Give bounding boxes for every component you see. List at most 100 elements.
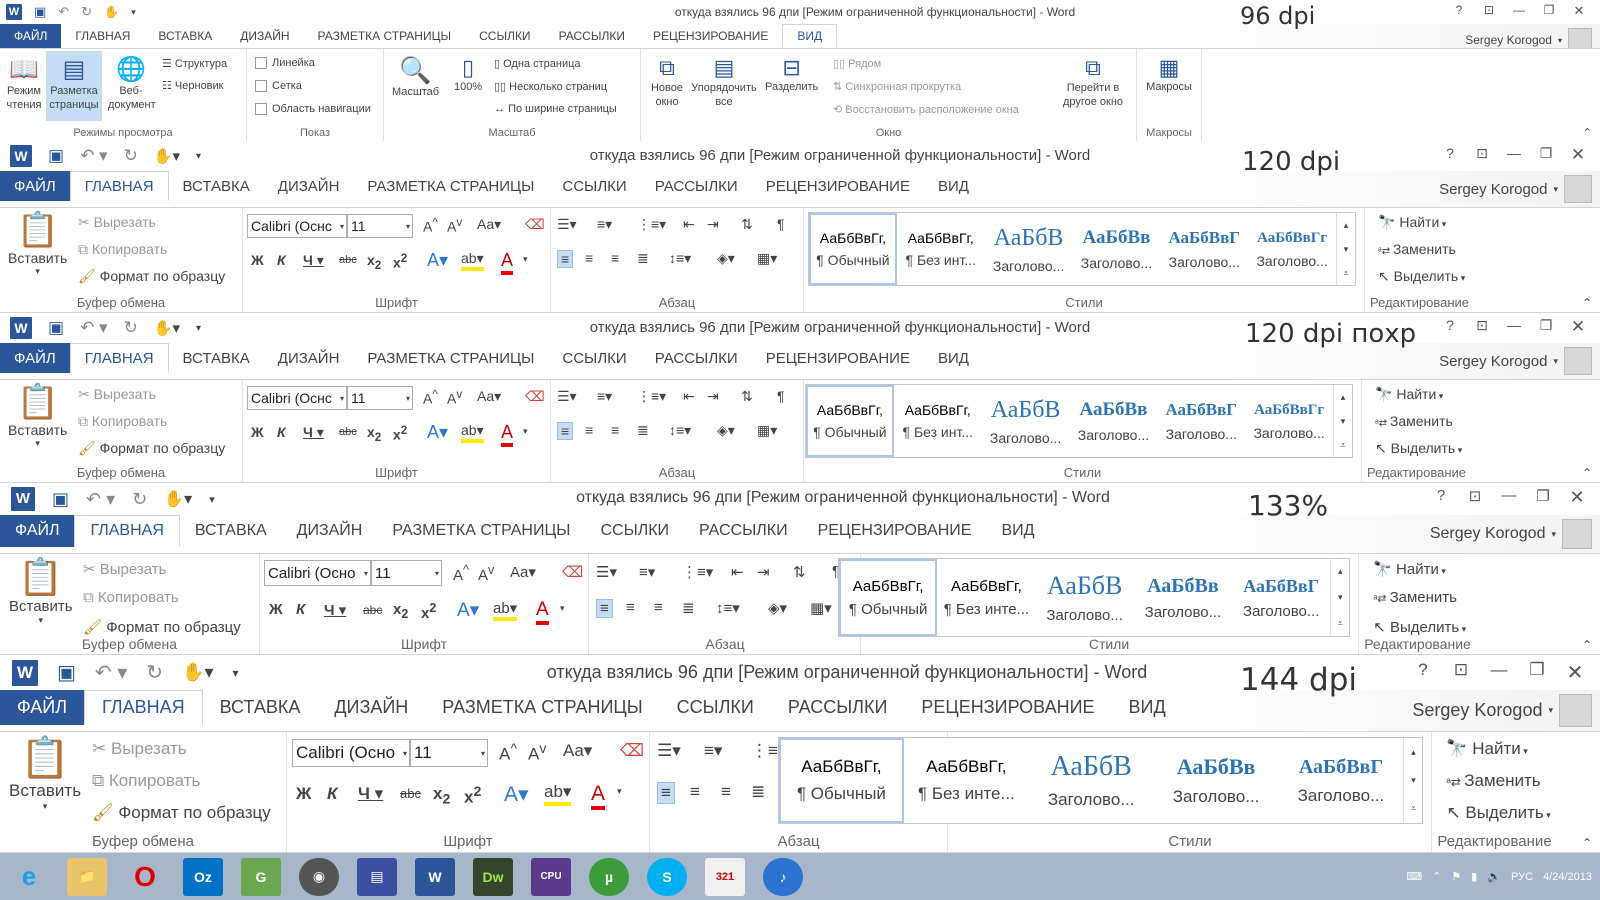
collapse-ribbon-icon[interactable]: ⌃	[1582, 638, 1592, 652]
word-icon[interactable]: W	[6, 4, 22, 20]
bold-icon[interactable]: Ж	[251, 424, 264, 440]
tab-home[interactable]: ГЛАВНАЯ	[74, 515, 180, 547]
ribbon-display-icon[interactable]: ⊡	[1442, 660, 1480, 685]
copy-button[interactable]: ⧉ Копировать	[92, 771, 200, 791]
ribbon-display-icon[interactable]: ⊡	[1466, 145, 1498, 165]
font-name-combo[interactable]: Calibri (Оснс ▾	[247, 386, 347, 410]
highlight-icon[interactable]: ab▾	[493, 599, 518, 621]
taskbar-skype-icon[interactable]: S	[647, 857, 687, 896]
strikethrough-icon[interactable]: abc	[363, 603, 382, 617]
text-effects-icon[interactable]: A▾	[457, 599, 479, 622]
tab-view[interactable]: ВИД	[1112, 690, 1183, 725]
font-color-icon[interactable]: A	[536, 599, 549, 625]
style-item[interactable]: АаБбВвГг, ¶ Обычный	[779, 738, 904, 823]
taskbar-app-icon[interactable]: ▤	[357, 857, 397, 896]
minimize-icon[interactable]: —	[1492, 487, 1526, 508]
change-case-icon[interactable]: Aa▾	[510, 563, 536, 581]
reset-window-button[interactable]: ⟲ Восстановить расположение окна	[833, 103, 1019, 116]
font-color-dropdown-icon[interactable]: ▾	[560, 603, 565, 614]
tab-design[interactable]: ДИЗАЙН	[264, 343, 354, 373]
clear-format-icon[interactable]: ⌫	[620, 741, 644, 761]
increase-indent-icon[interactable]: ⇥	[757, 563, 770, 581]
format-painter-button[interactable]: 🖌 Формат по образцу	[92, 803, 271, 823]
maximize-icon[interactable]: ❐	[1518, 660, 1556, 685]
style-item[interactable]: АаБбВвГг, ¶ Обычный	[809, 213, 897, 285]
numbering-icon[interactable]: ≡▾	[597, 388, 612, 405]
decrease-indent-icon[interactable]: ⇤	[683, 216, 695, 233]
taskbar-media-icon[interactable]: ◉	[299, 857, 339, 896]
user-account[interactable]: Sergey Korogod ▾	[1439, 175, 1592, 203]
subscript-icon[interactable]: x2	[367, 424, 381, 444]
redo-icon[interactable]: ↻	[124, 146, 138, 166]
underline-icon[interactable]: Ч ▾	[324, 601, 346, 619]
user-account[interactable]: Sergey Korogod ▾	[1412, 694, 1592, 727]
tab-design[interactable]: ДИЗАЙН	[282, 515, 378, 547]
style-item[interactable]: АаБбВ Заголово...	[1036, 559, 1134, 636]
styles-up-icon[interactable]: ▴	[1341, 392, 1346, 403]
change-case-icon[interactable]: Aa▾	[563, 741, 592, 761]
touch-mode-icon[interactable]: ✋	[104, 5, 119, 19]
select-button[interactable]: ↖ Выделить ▾	[1375, 440, 1462, 457]
zoom-button[interactable]: 🔍 Масштаб	[392, 55, 439, 98]
save-icon[interactable]: ▣	[48, 146, 64, 166]
cut-button[interactable]: ✂ Вырезать	[83, 560, 166, 578]
borders-icon[interactable]: ▦▾	[757, 422, 777, 439]
style-item[interactable]: АаБбВвГг Заголово...	[1245, 385, 1333, 457]
sort-icon[interactable]: ⇅	[741, 388, 753, 405]
tab-insert[interactable]: ВСТАВКА	[144, 24, 226, 48]
style-item[interactable]: АаБбВ Заголово...	[982, 385, 1070, 457]
taskbar-green-app-icon[interactable]: G	[241, 857, 281, 896]
increase-indent-icon[interactable]: ⇥	[707, 388, 719, 405]
font-color-icon[interactable]: A	[501, 422, 514, 447]
minimize-icon[interactable]: —	[1480, 660, 1518, 685]
tab-mailings[interactable]: РАССЫЛКИ	[545, 24, 639, 48]
cut-button[interactable]: ✂ Вырезать	[78, 214, 156, 231]
justify-icon[interactable]: ≣	[751, 782, 765, 802]
tab-view[interactable]: ВИД	[924, 343, 983, 373]
help-icon[interactable]: ?	[1404, 660, 1442, 685]
tab-home[interactable]: ГЛАВНАЯ	[69, 343, 169, 373]
outline-button[interactable]: ☰ Структура	[162, 57, 227, 70]
collapse-ribbon-icon[interactable]: ⌃	[1582, 836, 1592, 850]
align-left-icon[interactable]: ≡	[657, 782, 675, 804]
grow-font-icon[interactable]: A^	[453, 563, 469, 584]
tab-mailings[interactable]: РАССЫЛКИ	[771, 690, 905, 725]
underline-icon[interactable]: Ч ▾	[358, 784, 383, 804]
maximize-icon[interactable]: ❐	[1530, 145, 1562, 165]
font-size-combo[interactable]: 11 ▾	[347, 214, 413, 238]
taskbar-explorer-icon[interactable]: 📁	[67, 857, 107, 896]
justify-icon[interactable]: ≣	[637, 422, 649, 439]
style-item[interactable]: АаБбВв Заголово...	[1073, 213, 1161, 285]
italic-icon[interactable]: К	[277, 424, 286, 440]
user-account[interactable]: Sergey Korogod ▾	[1439, 347, 1592, 375]
style-item[interactable]: АаБбВвГг, ¶ Обычный	[806, 385, 894, 457]
subscript-icon[interactable]: x2	[393, 601, 408, 621]
highlight-icon[interactable]: ab▾	[461, 250, 484, 271]
zoom-100-button[interactable]: ▯ 100%	[454, 55, 482, 93]
align-left-icon[interactable]: ≡	[557, 250, 574, 268]
font-color-dropdown-icon[interactable]: ▾	[617, 786, 622, 797]
undo-icon[interactable]: ↶	[58, 4, 69, 20]
ruler-checkbox[interactable]: Линейка	[255, 57, 315, 70]
copy-button[interactable]: ⧉ Копировать	[78, 241, 167, 258]
line-spacing-icon[interactable]: ↕≡▾	[716, 599, 740, 617]
tab-layout[interactable]: РАЗМЕТКА СТРАНИЦЫ	[425, 690, 659, 725]
tab-file[interactable]: ФАЙЛ	[0, 24, 62, 48]
align-center-icon[interactable]: ≡	[585, 250, 593, 266]
tab-insert[interactable]: ВСТАВКА	[169, 171, 264, 201]
font-size-combo[interactable]: 11 ▾	[347, 386, 413, 410]
minimize-icon[interactable]: —	[1498, 317, 1530, 337]
style-item[interactable]: АаБбВ Заголово...	[985, 213, 1073, 285]
multilevel-list-icon[interactable]: ⋮≡▾	[682, 563, 713, 581]
word-icon[interactable]: W	[10, 317, 32, 339]
keyboard-icon[interactable]: ⌨	[1406, 870, 1422, 883]
shading-icon[interactable]: ◈▾	[717, 250, 735, 267]
bold-icon[interactable]: Ж	[269, 601, 283, 618]
tab-references[interactable]: ССЫЛКИ	[660, 690, 771, 725]
sync-scroll-button[interactable]: ⇅ Синхронная прокрутка	[833, 80, 961, 93]
shrink-font-icon[interactable]: Av	[528, 741, 546, 765]
font-size-combo[interactable]: 11 ▾	[410, 739, 488, 767]
maximize-icon[interactable]: ❐	[1526, 487, 1560, 508]
replace-button[interactable]: ᵃ⇄ Заменить	[1378, 241, 1456, 257]
collapse-ribbon-icon[interactable]: ⌃	[1582, 296, 1592, 310]
